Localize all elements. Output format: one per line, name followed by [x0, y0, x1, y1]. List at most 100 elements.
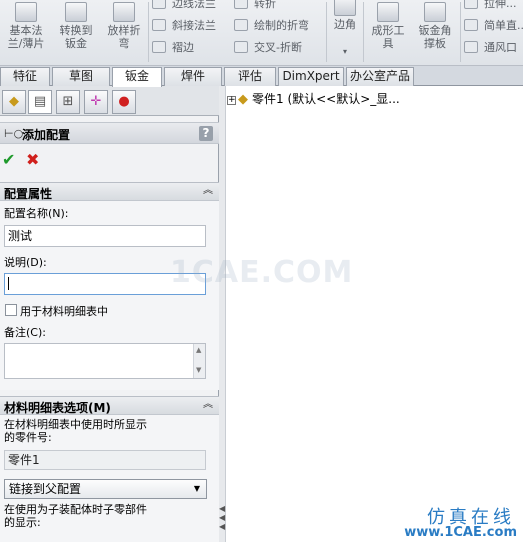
property-icon: ▤	[33, 94, 47, 109]
tree-item-label: 零件1 (默认<<默认>_显...	[252, 92, 400, 106]
collapse-icon[interactable]: ︽	[201, 398, 215, 412]
text-caret	[8, 277, 9, 290]
bom-options-group: 材料明细表选项(M) ︽ 在材料明细表中使用时所显示的零件号: 零件1 链接到父…	[0, 396, 219, 542]
forming-tool-icon	[377, 2, 399, 22]
extrude-icon	[464, 0, 478, 9]
simple-hole-button[interactable]: 简单直...	[464, 16, 523, 36]
tab-sketch[interactable]: 草图	[52, 67, 110, 86]
convert-to-sheetmetal-button[interactable]: 转换到 钣金	[54, 0, 98, 64]
dimxpert-manager-tab[interactable]: ✛	[84, 90, 108, 114]
miter-flange-button[interactable]: 斜接法兰	[152, 16, 216, 36]
jog-button[interactable]: 转折	[234, 0, 276, 14]
sheetmetal-gusset-button[interactable]: 钣金角 撑板	[412, 0, 458, 64]
corners-icon	[334, 0, 356, 16]
part-icon: ◆	[238, 92, 248, 107]
configuration-icon: ⊞	[62, 94, 74, 109]
corners-button[interactable]: 边角 ▾	[330, 0, 360, 64]
link-option-select[interactable]: 链接到父配置 ▼	[4, 479, 207, 499]
base-flange-label: 基本法 兰/薄片	[7, 24, 45, 50]
hem-icon	[152, 41, 166, 53]
forming-tool-button[interactable]: 成形工 具	[366, 0, 410, 64]
property-manager-header: ⊢○ 添加配置 ?	[0, 122, 219, 144]
ribbon-separator	[460, 2, 461, 62]
vent-icon	[464, 41, 478, 53]
feature-tree-root[interactable]: + ◆ 零件1 (默认<<默认>_显...	[227, 90, 400, 108]
tab-weldments[interactable]: 焊件	[164, 67, 222, 86]
group-title: 配置属性	[4, 187, 53, 201]
cross-break-icon	[234, 41, 248, 53]
panel-splitter[interactable]: ◀ ◀ ◀	[219, 86, 226, 542]
collapse-panel-icon[interactable]: ◀ ◀ ◀	[219, 504, 225, 531]
bom-description-text: 在材料明细表中使用时所显示的零件号:	[4, 418, 147, 444]
extrude-label: 拉伸...	[484, 0, 517, 10]
scroll-up-icon[interactable]: ▲	[196, 346, 201, 354]
gusset-label: 钣金角 撑板	[418, 24, 452, 50]
tab-features[interactable]: 特征	[0, 67, 50, 86]
panel-tab-strip: ◆ ▤ ⊞ ✛ ●	[0, 86, 219, 116]
chevron-down-icon: ▼	[193, 484, 200, 493]
group-header[interactable]: 配置属性 ︽	[0, 183, 219, 201]
use-in-bom-checkbox[interactable]	[5, 304, 17, 316]
config-name-label: 配置名称(N):	[4, 207, 69, 220]
help-button[interactable]: ?	[199, 126, 213, 141]
comment-scrollbar[interactable]: ▲ ▼	[193, 344, 205, 378]
ribbon-separator	[363, 2, 364, 62]
tab-evaluate[interactable]: 评估	[224, 67, 276, 86]
base-flange-icon	[15, 2, 37, 22]
edge-flange-icon	[152, 0, 166, 9]
cross-break-button[interactable]: 交叉-折断	[234, 38, 302, 58]
watermark: 1CAE.COM	[170, 255, 354, 290]
configuration-manager-tab[interactable]: ⊞	[56, 90, 80, 114]
brand-logo: 仿真在线 www.1CAE.com	[404, 503, 523, 542]
tab-dimxpert[interactable]: DimXpert	[278, 67, 344, 86]
comment-field[interactable]: ▲ ▼	[4, 343, 206, 379]
ok-button[interactable]: ✔	[2, 150, 15, 169]
miter-flange-icon	[152, 19, 166, 31]
base-flange-button[interactable]: 基本法 兰/薄片	[4, 0, 48, 64]
link-option-value: 链接到父配置	[9, 482, 82, 496]
ribbon-separator	[148, 2, 149, 62]
property-manager-panel: ◆ ▤ ⊞ ✛ ● ⊢○ 添加配置 ? ✔ ✖ 配置属性 ︽ 配置名称(N): …	[0, 86, 219, 542]
sketched-bend-button[interactable]: 绘制的折弯	[234, 16, 309, 36]
brand-url: www.1CAE.com	[404, 525, 517, 540]
ribbon-separator	[326, 2, 327, 62]
corners-label: 边角	[334, 18, 356, 31]
child-display-text: 在使用为子装配体时子零部件的显示:	[4, 503, 147, 529]
display-manager-tab[interactable]: ●	[112, 90, 136, 114]
lofted-bend-button[interactable]: 放样折 弯	[102, 0, 146, 64]
tab-office-products[interactable]: 办公室产品	[346, 67, 414, 86]
page-title: 添加配置	[22, 128, 71, 142]
vent-button[interactable]: 通风口	[464, 38, 517, 58]
chevron-down-icon: ▾	[342, 47, 347, 56]
property-manager-tab[interactable]: ▤	[28, 90, 52, 114]
dimxpert-icon: ✛	[90, 94, 102, 109]
jog-icon	[234, 0, 248, 9]
simple-hole-label: 简单直...	[484, 19, 523, 32]
miter-flange-label: 斜接法兰	[172, 19, 216, 32]
cross-break-label: 交叉-折断	[254, 41, 302, 54]
tab-sheetmetal[interactable]: 钣金	[112, 67, 162, 87]
group-header[interactable]: 材料明细表选项(M) ︽	[0, 397, 219, 415]
collapse-icon[interactable]: ︽	[201, 184, 215, 198]
ribbon-toolbar: 基本法 兰/薄片 转换到 钣金 放样折 弯 边线法兰 斜接法兰 褶边 转折 绘制…	[0, 0, 523, 66]
config-name-field[interactable]: 测试	[4, 225, 206, 247]
hem-button[interactable]: 褶边	[152, 38, 194, 58]
cancel-button[interactable]: ✖	[26, 150, 39, 169]
add-configuration-icon: ⊢○	[4, 127, 24, 140]
description-label: 说明(D):	[4, 256, 47, 269]
sketched-bend-icon	[234, 19, 248, 31]
jog-label: 转折	[254, 0, 276, 10]
expand-icon[interactable]: +	[227, 96, 236, 105]
feature-manager-tab[interactable]: ◆	[2, 90, 26, 114]
forming-tool-label: 成形工 具	[371, 24, 405, 50]
convert-icon	[65, 2, 87, 22]
part-number-field: 零件1	[4, 450, 206, 470]
lofted-bend-label: 放样折 弯	[107, 24, 141, 50]
hem-label: 褶边	[172, 41, 194, 54]
edge-flange-button[interactable]: 边线法兰	[152, 0, 216, 14]
group-title: 材料明细表选项(M)	[4, 401, 111, 415]
extrude-button[interactable]: 拉伸...	[464, 0, 517, 14]
display-icon: ●	[118, 94, 130, 109]
scroll-down-icon[interactable]: ▼	[196, 366, 201, 374]
edge-flange-label: 边线法兰	[172, 0, 216, 10]
